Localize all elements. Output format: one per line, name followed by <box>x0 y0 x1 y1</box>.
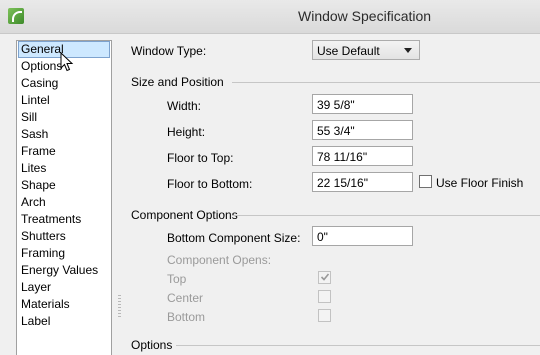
component-opens-label: Component Opens: <box>167 253 272 267</box>
nav-item-lites[interactable]: Lites <box>17 160 111 177</box>
use-floor-finish-label: Use Floor Finish <box>436 176 524 190</box>
bottom-component-size-field[interactable]: 0" <box>312 226 413 246</box>
window-type-label: Window Type: <box>131 44 207 58</box>
top-opens-label: Top <box>167 272 187 286</box>
nav-item-shutters[interactable]: Shutters <box>17 228 111 245</box>
floor-to-bottom-label: Floor to Bottom: <box>167 177 253 191</box>
nav-item-arch[interactable]: Arch <box>17 194 111 211</box>
height-label: Height: <box>167 125 206 139</box>
category-list[interactable]: General Options Casing Lintel Sill Sash Frame L… <box>16 40 112 355</box>
nav-item-sill[interactable]: Sill <box>17 109 111 126</box>
nav-item-shape[interactable]: Shape <box>17 177 111 194</box>
chevron-down-icon <box>404 48 412 53</box>
component-options-heading: Component Options <box>131 208 238 222</box>
nav-item-label[interactable]: Label <box>17 313 111 330</box>
options-heading: Options <box>131 338 173 352</box>
section-divider <box>176 345 540 346</box>
floor-to-top-label: Floor to Top: <box>167 151 234 165</box>
section-divider <box>232 82 540 83</box>
checkmark-icon <box>320 273 330 281</box>
app-logo-icon <box>8 8 24 24</box>
splitter-handle[interactable] <box>118 295 121 319</box>
window-title: Window Specification <box>298 8 432 24</box>
nav-item-materials[interactable]: Materials <box>17 296 111 313</box>
window-type-value: Use Default <box>317 44 380 58</box>
nav-item-frame[interactable]: Frame <box>17 143 111 160</box>
size-position-heading: Size and Position <box>131 75 224 89</box>
nav-item-framing[interactable]: Framing <box>17 245 111 262</box>
height-field[interactable]: 55 3/4" <box>312 120 413 140</box>
floor-to-bottom-field[interactable]: 22 15/16" <box>312 172 413 192</box>
width-label: Width: <box>167 99 202 113</box>
nav-item-layer[interactable]: Layer <box>17 279 111 296</box>
use-floor-finish-checkbox[interactable] <box>419 175 432 188</box>
nav-item-lintel[interactable]: Lintel <box>17 92 111 109</box>
title-bar: Window Specification <box>0 0 540 34</box>
section-divider <box>232 215 540 216</box>
center-opens-checkbox[interactable] <box>318 290 331 303</box>
bottom-component-size-label: Bottom Component Size: <box>167 231 301 245</box>
nav-item-energy-values[interactable]: Energy Values <box>17 262 111 279</box>
mouse-cursor-icon <box>60 52 74 72</box>
bottom-opens-label: Bottom <box>167 310 206 324</box>
nav-item-casing[interactable]: Casing <box>17 75 111 92</box>
nav-item-treatments[interactable]: Treatments <box>17 211 111 228</box>
width-field[interactable]: 39 5/8" <box>312 94 413 114</box>
window-type-dropdown[interactable]: Use Default <box>312 40 420 60</box>
center-opens-label: Center <box>167 291 204 305</box>
floor-to-top-field[interactable]: 78 11/16" <box>312 146 413 166</box>
bottom-opens-checkbox[interactable] <box>318 309 331 322</box>
top-opens-checkbox[interactable] <box>318 271 331 284</box>
nav-item-sash[interactable]: Sash <box>17 126 111 143</box>
